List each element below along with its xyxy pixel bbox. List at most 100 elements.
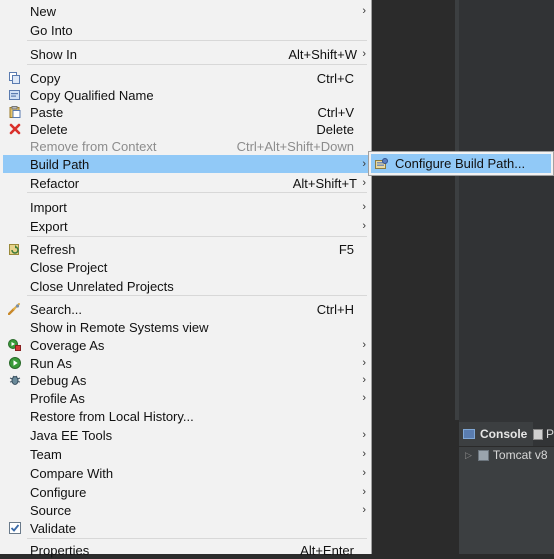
menu-item-search[interactable]: Search... Ctrl+H: [3, 300, 369, 318]
remove-from-context-icon: [8, 140, 21, 153]
menu-item-label: Paste: [30, 104, 64, 120]
menu-item-label: Properties: [30, 542, 90, 558]
menu-item-label: Compare With: [30, 465, 114, 481]
context-menu: New › Go Into Show In Alt+Shift+W › Copy Ctrl+C…: [0, 0, 372, 558]
submenu-arrow-icon: ›: [362, 48, 366, 60]
paste-icon: [8, 106, 21, 119]
menu-item-shortcut: Ctrl+C: [316, 70, 354, 86]
menu-item-label: Remove from Context: [30, 138, 157, 154]
server-label: Tomcat v8: [492, 448, 548, 462]
menu-item-shortcut: Alt+Shift+T: [292, 175, 357, 191]
submenu-arrow-icon: ›: [362, 357, 366, 369]
menu-item-label: Build Path: [30, 156, 90, 172]
menu-separator: [27, 538, 367, 539]
delete-icon: [8, 123, 21, 136]
menu-item-label: Copy Qualified Name: [30, 87, 154, 103]
menu-item-compare-with[interactable]: Compare With ›: [3, 464, 369, 482]
menu-item-validate[interactable]: Validate: [3, 519, 369, 537]
menu-item-shortcut: Alt+Shift+W: [288, 46, 357, 62]
configure-build-path-icon: [375, 157, 388, 170]
menu-item-source[interactable]: Source ›: [3, 501, 369, 519]
menu-item-label: Close Unrelated Projects: [30, 278, 174, 294]
menu-item-configure[interactable]: Configure ›: [3, 483, 369, 501]
menu-separator: [27, 295, 367, 296]
menu-item-close-project[interactable]: Close Project: [3, 258, 369, 276]
menu-item-remove-from-context: Remove from Context Ctrl+Alt+Shift+Down: [3, 137, 369, 155]
right-panel: [459, 0, 554, 420]
tab-console-label: Console: [480, 427, 528, 441]
coverage-icon: [8, 339, 21, 352]
menu-item-delete[interactable]: Delete Delete: [3, 120, 369, 138]
menu-item-refactor[interactable]: Refactor Alt+Shift+T ›: [3, 174, 369, 192]
menu-separator: [27, 64, 367, 65]
menu-item-show-in-remote-systems-view[interactable]: Show in Remote Systems view: [3, 318, 369, 336]
search-icon: [8, 303, 21, 316]
menu-separator: [27, 192, 367, 193]
server-list-item[interactable]: ▷ Tomcat v8: [465, 448, 548, 462]
refresh-icon: [8, 243, 21, 256]
configure-build-path-item[interactable]: Configure Build Path...: [371, 154, 551, 173]
tab-problems-label: P: [546, 427, 554, 441]
expand-arrow-icon[interactable]: ▷: [465, 450, 472, 461]
menu-item-export[interactable]: Export ›: [3, 217, 369, 235]
menu-item-show-in[interactable]: Show In Alt+Shift+W ›: [3, 45, 369, 63]
submenu-arrow-icon: ›: [362, 177, 366, 189]
menu-item-shortcut: Ctrl+V: [317, 104, 354, 120]
problems-icon: [533, 428, 543, 440]
configure-build-path-label: Configure Build Path...: [395, 156, 526, 171]
menu-item-restore-from-local-history[interactable]: Restore from Local History...: [3, 407, 369, 425]
menu-item-java-ee-tools[interactable]: Java EE Tools ›: [3, 426, 369, 444]
console-panel: Console P ▷ Tomcat v8: [459, 420, 554, 554]
menu-item-properties[interactable]: Properties Alt+Enter: [3, 541, 369, 559]
run-icon: [8, 357, 21, 370]
menu-item-refresh[interactable]: Refresh F5: [3, 240, 369, 258]
menu-item-label: New: [30, 3, 57, 19]
menu-item-label: Delete: [30, 121, 68, 137]
menu-item-shortcut: Ctrl+H: [316, 301, 354, 317]
menu-item-label: Close Project: [30, 259, 108, 275]
tab-problems[interactable]: P: [533, 422, 554, 446]
menu-item-label: Export: [30, 218, 68, 234]
validate-checkbox-icon: [8, 522, 21, 535]
menu-item-label: Run As: [30, 355, 72, 371]
menu-item-new[interactable]: New ›: [3, 2, 369, 20]
menu-item-team[interactable]: Team ›: [3, 445, 369, 463]
submenu-arrow-icon: ›: [362, 5, 366, 17]
menu-item-import[interactable]: Import ›: [3, 198, 369, 216]
submenu-arrow-icon: ›: [362, 339, 366, 351]
menu-item-label: Copy: [30, 70, 61, 86]
submenu-arrow-icon: ›: [362, 220, 366, 232]
menu-item-run-as[interactable]: Run As ›: [3, 354, 369, 372]
menu-item-label: Show In: [30, 46, 77, 62]
submenu-arrow-icon: ›: [362, 486, 366, 498]
menu-separator: [27, 40, 367, 41]
debug-icon: [8, 374, 21, 387]
submenu-arrow-icon: ›: [362, 504, 366, 516]
menu-item-coverage-as[interactable]: Coverage As ›: [3, 336, 369, 354]
menu-item-close-unrelated-projects[interactable]: Close Unrelated Projects: [3, 277, 369, 295]
menu-separator: [27, 236, 367, 237]
submenu-arrow-icon: ›: [362, 448, 366, 460]
menu-item-shortcut: Ctrl+Alt+Shift+Down: [236, 138, 354, 154]
menu-item-label: Go Into: [30, 22, 73, 38]
menu-item-shortcut: Delete: [316, 121, 354, 137]
menu-item-label: Restore from Local History...: [30, 408, 194, 424]
menu-item-label: Source: [30, 502, 72, 518]
submenu-arrow-icon: ›: [362, 374, 366, 386]
menu-item-label: Configure: [30, 484, 87, 500]
menu-item-go-into[interactable]: Go Into: [3, 21, 369, 39]
menu-item-label: Refresh: [30, 241, 76, 257]
menu-item-paste[interactable]: Paste Ctrl+V: [3, 103, 369, 121]
menu-item-profile-as[interactable]: Profile As ›: [3, 389, 369, 407]
menu-item-label: Team: [30, 446, 62, 462]
menu-item-copy[interactable]: Copy Ctrl+C: [3, 69, 369, 87]
submenu-arrow-icon: ›: [362, 429, 366, 441]
menu-item-label: Refactor: [30, 175, 80, 191]
menu-item-build-path[interactable]: Build Path ›: [3, 155, 369, 173]
menu-item-copy-qualified-name[interactable]: Copy Qualified Name: [3, 86, 369, 104]
menu-item-debug-as[interactable]: Debug As ›: [3, 371, 369, 389]
build-path-submenu: Configure Build Path...: [368, 151, 554, 176]
tab-console[interactable]: Console: [459, 422, 533, 446]
menu-item-label: Profile As: [30, 390, 85, 406]
console-tab-bar: Console P: [459, 420, 554, 447]
